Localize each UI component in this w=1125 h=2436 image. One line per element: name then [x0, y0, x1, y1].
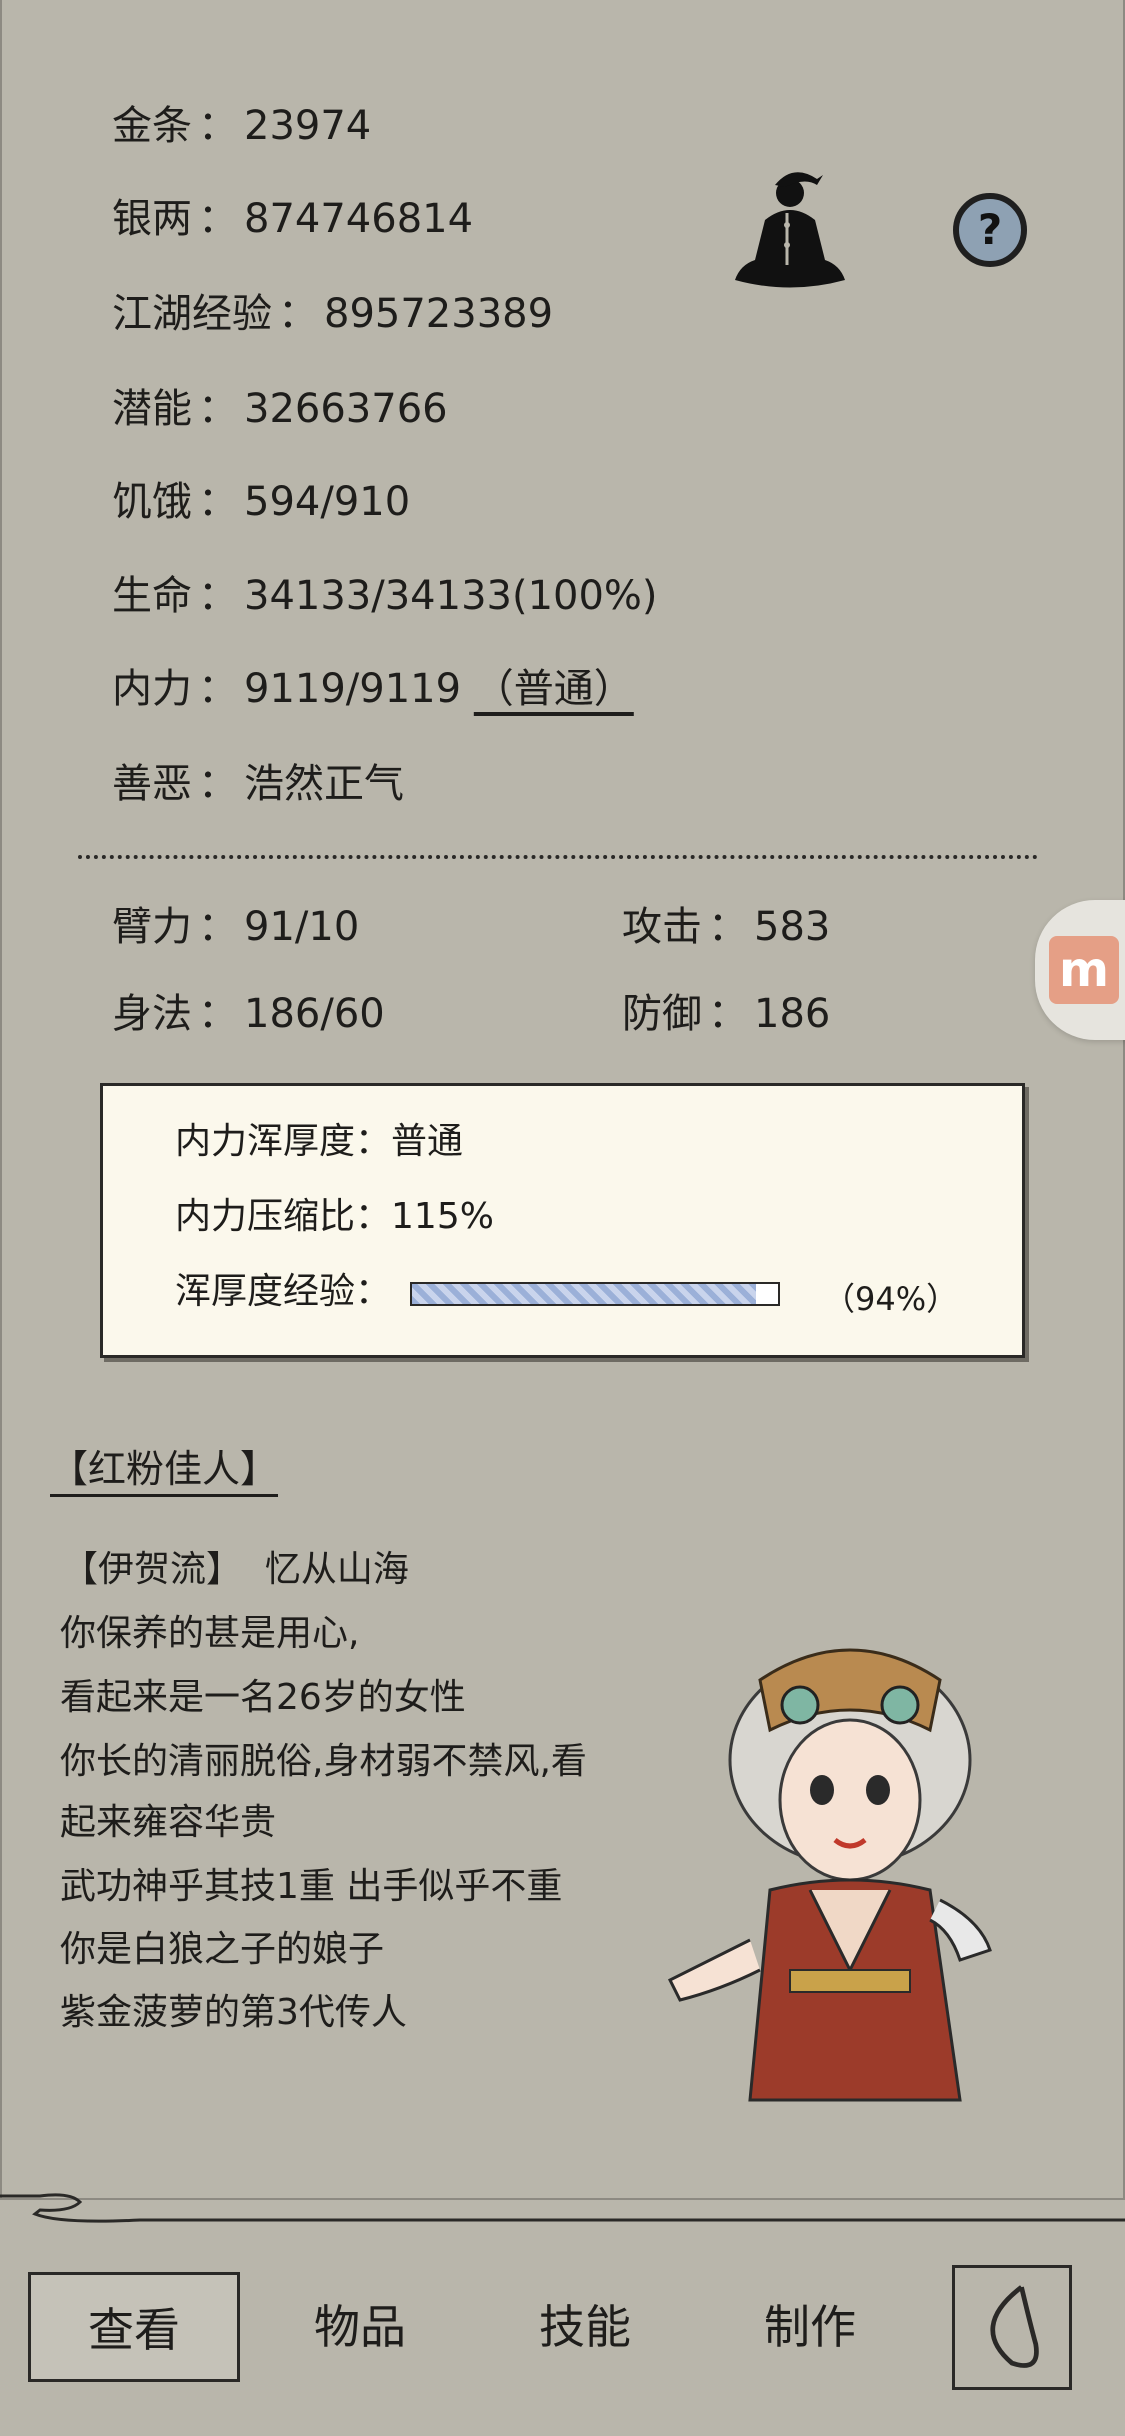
bio-line-4: 起来雍容华贵	[60, 1802, 277, 1843]
tab-view[interactable]: 查看	[28, 2272, 240, 2382]
stat-life: 生命： 34133/34133(100%)	[112, 573, 658, 619]
bio-line-5: 武功神乎其技1重 出手似乎不重	[60, 1866, 563, 1907]
morality-value: 浩然正气	[244, 761, 404, 807]
back-icon	[990, 2285, 1039, 2368]
hunger-value: 594/910	[244, 479, 411, 525]
tab-craft[interactable]: 制作	[710, 2272, 910, 2382]
exp-value: 895723389	[324, 291, 554, 337]
stat-hunger: 饥饿： 594/910	[112, 479, 411, 525]
meditate-icon[interactable]	[725, 165, 855, 295]
stat-potential: 潜能： 32663766	[112, 386, 448, 432]
inner-value: 9119/9119	[244, 666, 462, 712]
bio-line-2: 看起来是一名26岁的女性	[60, 1677, 466, 1718]
stat-silver: 银两： 874746814	[112, 196, 474, 242]
life-value: 34133/34133(100%)	[244, 573, 658, 619]
tab-items[interactable]: 物品	[260, 2272, 460, 2382]
tab-skills[interactable]: 技能	[485, 2272, 685, 2382]
inner-detail-link[interactable]: （普通）	[474, 666, 634, 712]
help-icon[interactable]: ?	[950, 190, 1030, 270]
side-tab[interactable]: m	[1035, 900, 1125, 1040]
silver-value: 874746814	[244, 196, 474, 242]
bio-line-6: 你是白狼之子的娘子	[60, 1929, 385, 1970]
stat-exp: 江湖经验： 895723389	[112, 291, 554, 337]
attr-attack: 攻击： 583	[622, 904, 831, 950]
progress-fill	[412, 1284, 757, 1304]
bio-line-1: 你保养的甚是用心,	[60, 1613, 360, 1654]
inner-power-popup[interactable]: 内力浑厚度：普通 内力压缩比：115% 浑厚度经验： （94%）	[100, 1083, 1025, 1358]
thickness-exp-progress-bar	[410, 1282, 780, 1306]
bio-line-3: 你长的清丽脱俗,身材弱不禁风,看	[60, 1741, 587, 1782]
school-line: 【伊贺流】 忆从山海	[62, 1549, 409, 1590]
gold-value: 23974	[244, 103, 372, 149]
attr-defense: 防御： 186	[622, 991, 831, 1037]
stat-gold: 金条： 23974	[112, 103, 372, 149]
popup-exp-label: 浑厚度经验：	[175, 1271, 392, 1312]
progress-percent: （94%）	[823, 1280, 959, 1318]
bottom-divider	[0, 2193, 1125, 2223]
divider	[78, 855, 1038, 859]
bio-line-7: 紫金菠萝的第3代传人	[60, 1992, 407, 2033]
svg-text:?: ?	[978, 205, 1002, 254]
popup-thickness: 内力浑厚度：普通	[175, 1121, 464, 1162]
m-logo-icon: m	[1049, 936, 1119, 1004]
back-button[interactable]	[952, 2265, 1072, 2390]
character-title: 【红粉佳人】	[50, 1447, 279, 1491]
character-portrait	[667, 1648, 992, 2102]
attr-agility: 身法： 186/60	[112, 991, 385, 1037]
popup-ratio: 内力压缩比：115%	[175, 1196, 494, 1237]
stat-inner: 内力： 9119/9119 （普通）	[112, 666, 634, 712]
attr-arm: 臂力： 91/10	[112, 904, 360, 950]
potential-value: 32663766	[244, 386, 448, 432]
stat-morality: 善恶：浩然正气	[112, 761, 404, 807]
